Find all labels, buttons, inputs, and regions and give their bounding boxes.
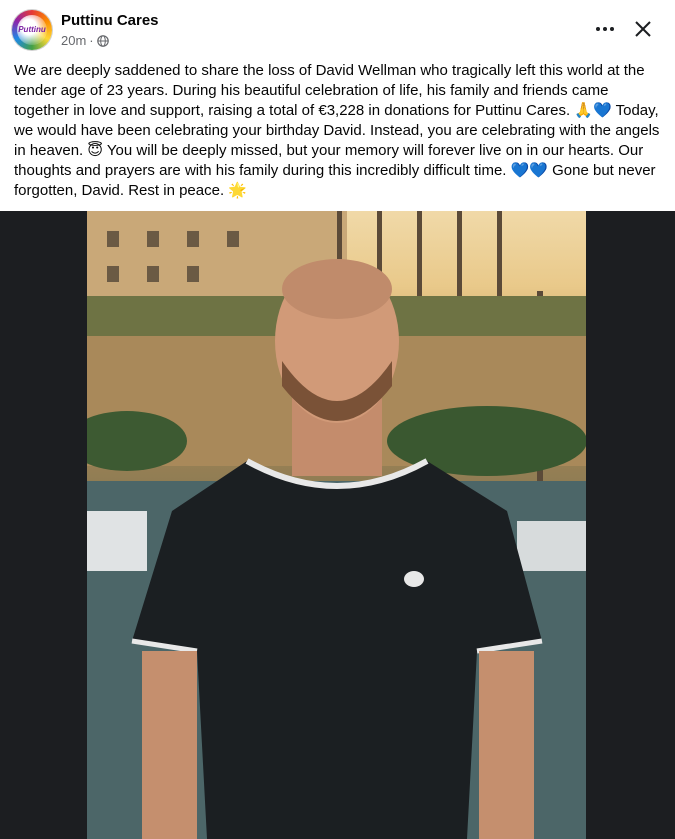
page-avatar[interactable]: Puttinu xyxy=(12,10,52,50)
post-meta: 20m · xyxy=(61,33,109,48)
close-icon[interactable] xyxy=(630,16,656,42)
more-icon xyxy=(595,27,616,31)
page-name-link[interactable]: Puttinu Cares xyxy=(61,12,159,29)
photo-illustration xyxy=(87,211,586,839)
more-options-button[interactable] xyxy=(590,16,620,42)
post-message: We are deeply saddened to share the loss… xyxy=(14,62,660,199)
post-header: Puttinu Puttinu Cares 20m · xyxy=(0,0,675,58)
globe-icon xyxy=(96,34,109,47)
avatar-logo-text: Puttinu xyxy=(17,15,47,45)
meta-separator: · xyxy=(89,33,94,48)
post-timestamp[interactable]: 20m xyxy=(61,33,86,48)
post-photo[interactable] xyxy=(87,211,586,839)
photo-viewer xyxy=(0,211,675,839)
